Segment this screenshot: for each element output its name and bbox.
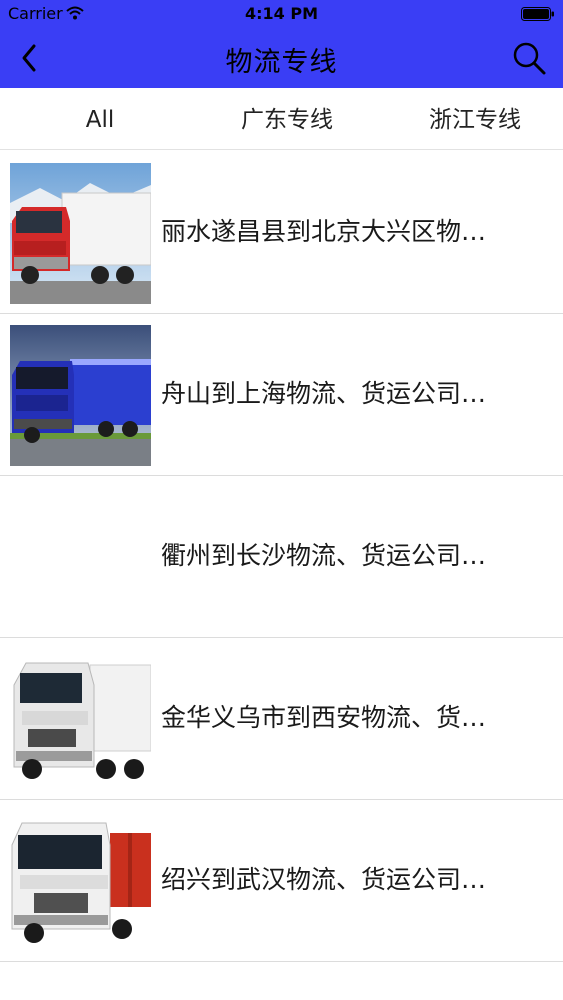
- empty-thumbnail: [10, 487, 151, 628]
- tab-guangdong[interactable]: 广东专线: [222, 88, 352, 150]
- list-item[interactable]: 绍兴到武汉物流、货运公司…: [0, 800, 563, 962]
- route-list: 丽水遂昌县到北京大兴区物… 舟山到上海物流、货运公司… 衢州到长沙物流、货运公司…: [0, 152, 563, 962]
- list-item[interactable]: 舟山到上海物流、货运公司…: [0, 314, 563, 476]
- list-item[interactable]: 衢州到长沙物流、货运公司…: [0, 476, 563, 638]
- tab-all[interactable]: All: [40, 88, 160, 150]
- category-tabs: All 广东专线 浙江专线: [0, 88, 563, 150]
- status-bar: Carrier 4:14 PM: [0, 0, 563, 28]
- truck-thumbnail: [10, 163, 151, 304]
- item-title: 舟山到上海物流、货运公司…: [161, 379, 487, 408]
- tab-zhejiang[interactable]: 浙江专线: [410, 88, 540, 150]
- list-item[interactable]: 丽水遂昌县到北京大兴区物…: [0, 152, 563, 314]
- search-icon: [513, 42, 546, 75]
- list-item[interactable]: 金华义乌市到西安物流、货…: [0, 638, 563, 800]
- nav-header: Carrier 4:14 PM 物流专线: [0, 0, 563, 88]
- item-title: 衢州到长沙物流、货运公司…: [161, 541, 487, 570]
- item-title: 金华义乌市到西安物流、货…: [161, 703, 487, 732]
- item-title: 绍兴到武汉物流、货运公司…: [161, 865, 487, 894]
- truck-thumbnail: [10, 325, 151, 466]
- truck-thumbnail: [10, 649, 151, 790]
- battery-icon: [521, 7, 554, 21]
- item-title: 丽水遂昌县到北京大兴区物…: [161, 217, 487, 246]
- search-button[interactable]: [511, 40, 547, 76]
- truck-thumbnail: [10, 811, 151, 952]
- page-title: 物流专线: [225, 47, 338, 78]
- status-time: 4:14 PM: [244, 4, 318, 23]
